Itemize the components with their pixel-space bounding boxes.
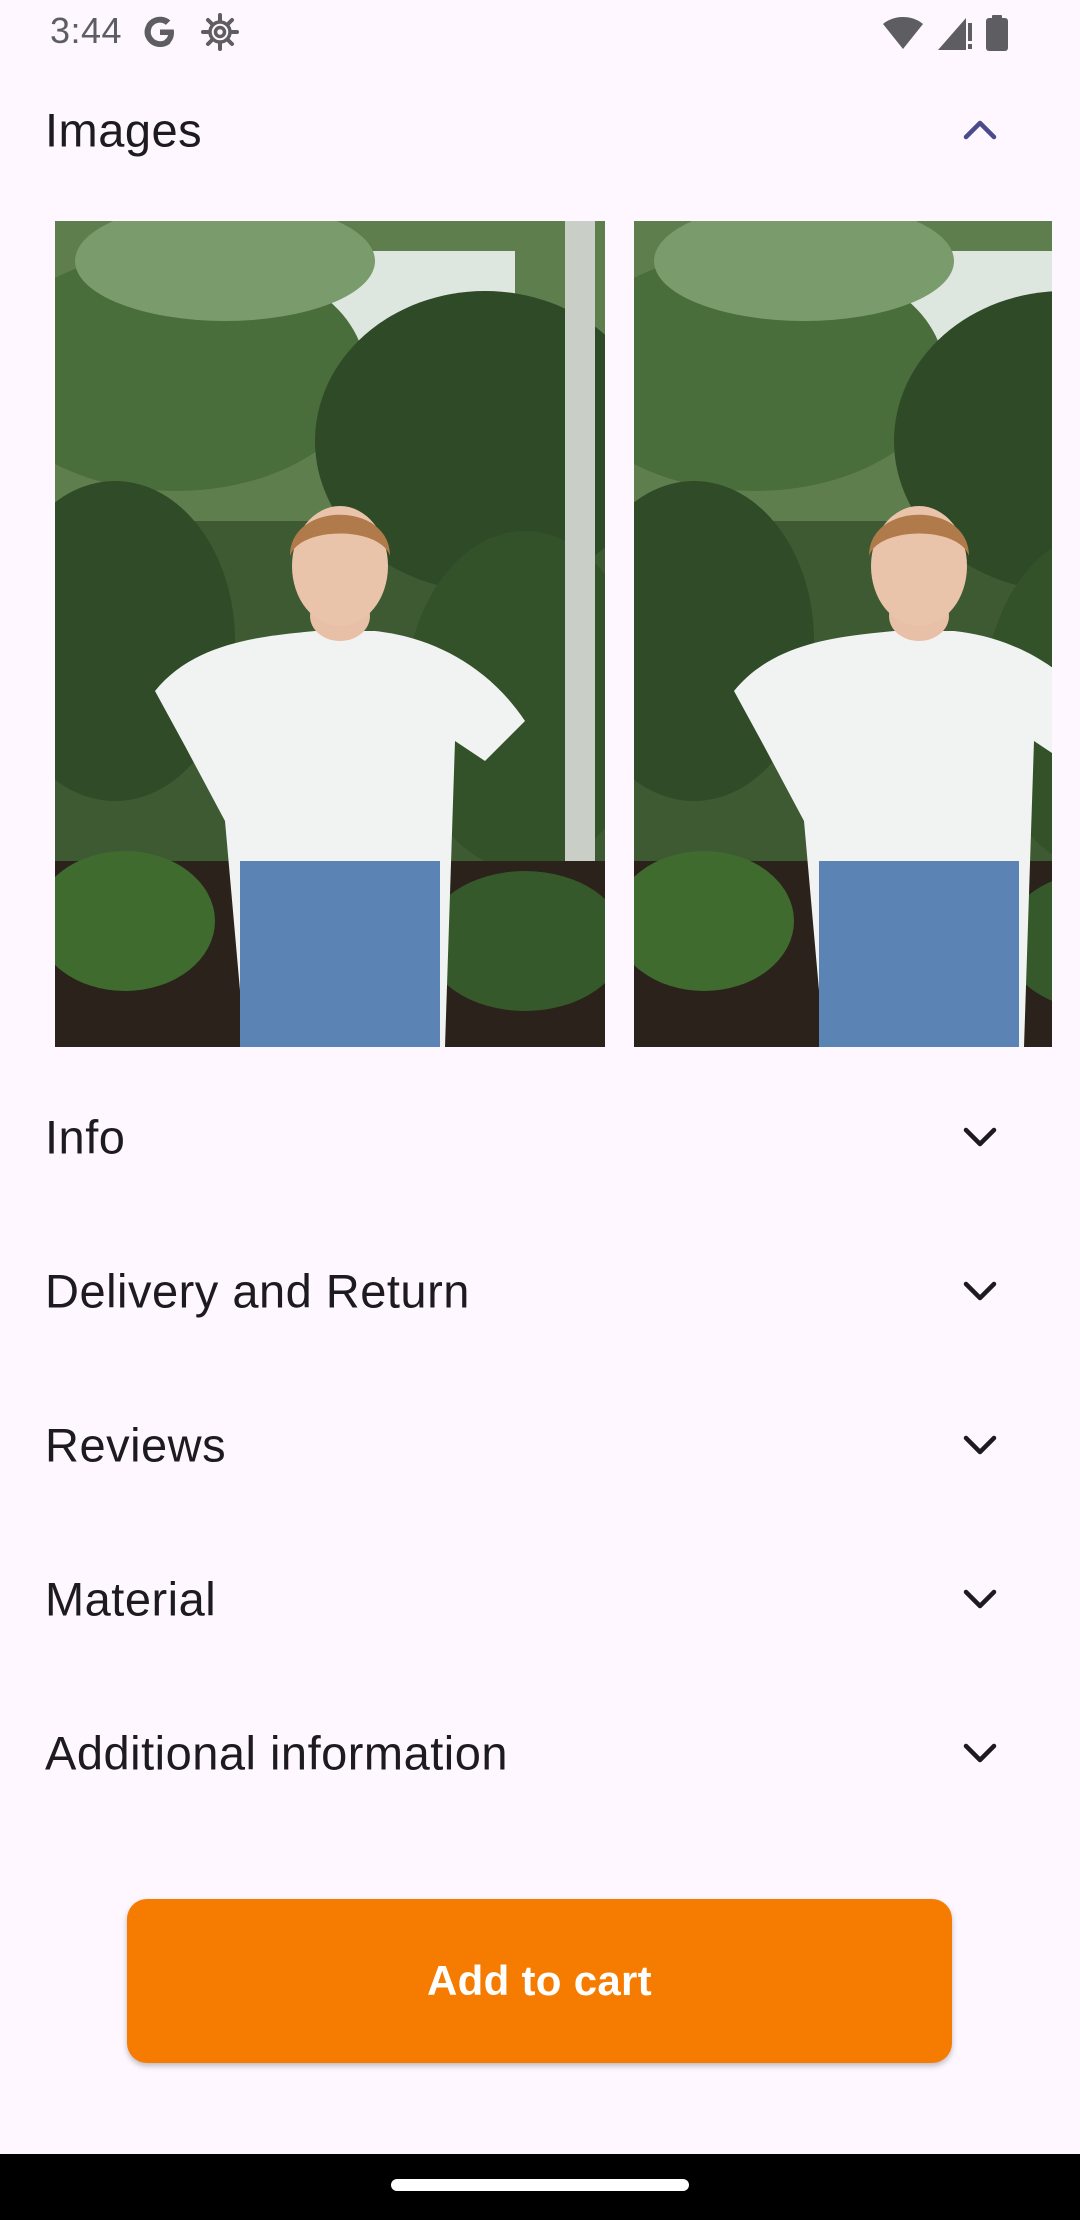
cellular-signal-icon [938,18,972,50]
battery-icon [986,15,1008,51]
settings-gear-icon [201,13,239,51]
section-title-delivery: Delivery and Return [45,1264,470,1318]
home-gesture-handle[interactable] [391,2179,689,2191]
section-additional-header[interactable]: Additional information [0,1698,1080,1808]
navigation-bar [0,2154,1080,2220]
image-carousel[interactable] [0,221,1080,1047]
add-to-cart-label: Add to cart [427,1957,652,2004]
add-to-cart-button[interactable]: Add to cart [127,1899,952,2063]
section-title-additional: Additional information [45,1726,508,1780]
google-g-icon [144,16,174,47]
chevron-up-icon[interactable] [960,110,1000,150]
section-title-info: Info [45,1110,126,1164]
status-bar: 3:44 [0,0,1080,66]
section-title-material: Material [45,1572,217,1626]
chevron-down-icon[interactable] [960,1733,1000,1773]
section-delivery-header[interactable]: Delivery and Return [0,1236,1080,1346]
chevron-down-icon[interactable] [960,1271,1000,1311]
status-time: 3:44 [50,10,123,51]
carousel-image[interactable] [634,221,1052,1047]
section-title-images: Images [45,103,203,157]
section-images-header[interactable]: Images [0,75,1080,185]
chevron-down-icon[interactable] [960,1579,1000,1619]
section-reviews-header[interactable]: Reviews [0,1390,1080,1500]
section-material-header[interactable]: Material [0,1544,1080,1654]
chevron-down-icon[interactable] [960,1425,1000,1465]
chevron-down-icon[interactable] [960,1117,1000,1157]
carousel-image[interactable] [55,221,605,1047]
section-title-reviews: Reviews [45,1418,227,1472]
section-info-header[interactable]: Info [0,1082,1080,1192]
status-icons [882,14,1008,52]
wifi-icon [883,17,923,49]
